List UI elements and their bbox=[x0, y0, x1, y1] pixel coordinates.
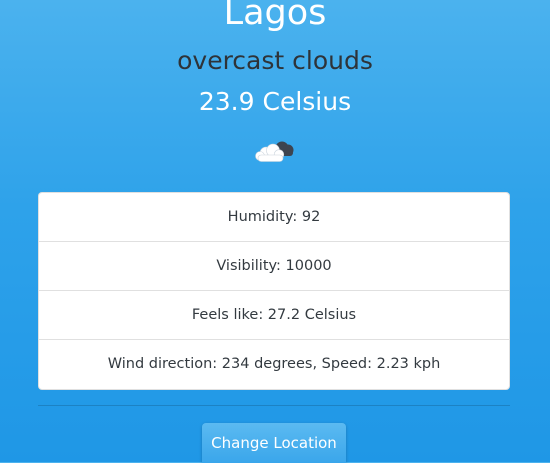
humidity-item: Humidity: 92 bbox=[39, 193, 509, 242]
feels-like-item: Feels like: 27.2 Celsius bbox=[39, 291, 509, 340]
weather-details-list: Humidity: 92 Visibility: 10000 Feels lik… bbox=[38, 192, 510, 390]
change-location-button[interactable]: Change Location bbox=[202, 423, 346, 463]
weather-description: overcast clouds bbox=[177, 46, 373, 75]
temperature: 23.9 Celsius bbox=[198, 87, 352, 116]
overcast-clouds-icon bbox=[255, 141, 294, 162]
visibility-item: Visibility: 10000 bbox=[39, 242, 509, 291]
divider bbox=[38, 405, 510, 406]
city-name: Lagos bbox=[223, 0, 327, 33]
wind-item: Wind direction: 234 degrees, Speed: 2.23… bbox=[107, 356, 441, 372]
